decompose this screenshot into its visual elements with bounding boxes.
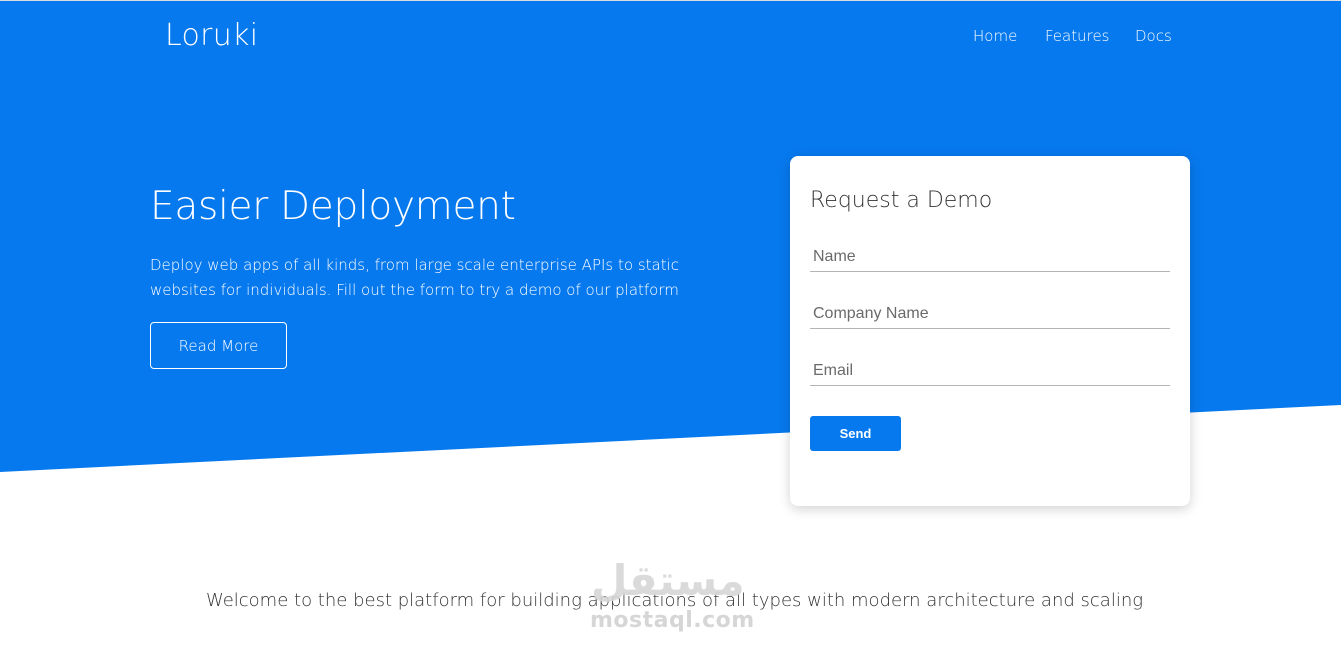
email-input[interactable]: [810, 356, 1170, 386]
main-nav: Home Features Docs: [0, 27, 1341, 49]
send-button[interactable]: Send: [810, 416, 901, 451]
watermark-latin-text: mostaql.com: [590, 608, 755, 633]
read-more-button[interactable]: Read More: [150, 322, 287, 369]
hero-headline: Easier Deployment: [150, 184, 516, 229]
nav-features-link[interactable]: Features: [1045, 27, 1110, 45]
nav-home-link[interactable]: Home: [973, 27, 1017, 45]
top-border: [0, 0, 1341, 1]
company-name-input[interactable]: [810, 299, 1170, 329]
request-demo-card: Request a Demo Send: [790, 156, 1190, 506]
hero-subtext: Deploy web apps of all kinds, from large…: [150, 256, 680, 299]
welcome-text: Welcome to the best platform for buildin…: [205, 590, 1144, 611]
name-input[interactable]: [810, 242, 1170, 272]
nav-docs-link[interactable]: Docs: [1135, 27, 1172, 45]
request-demo-title: Request a Demo: [810, 188, 993, 213]
